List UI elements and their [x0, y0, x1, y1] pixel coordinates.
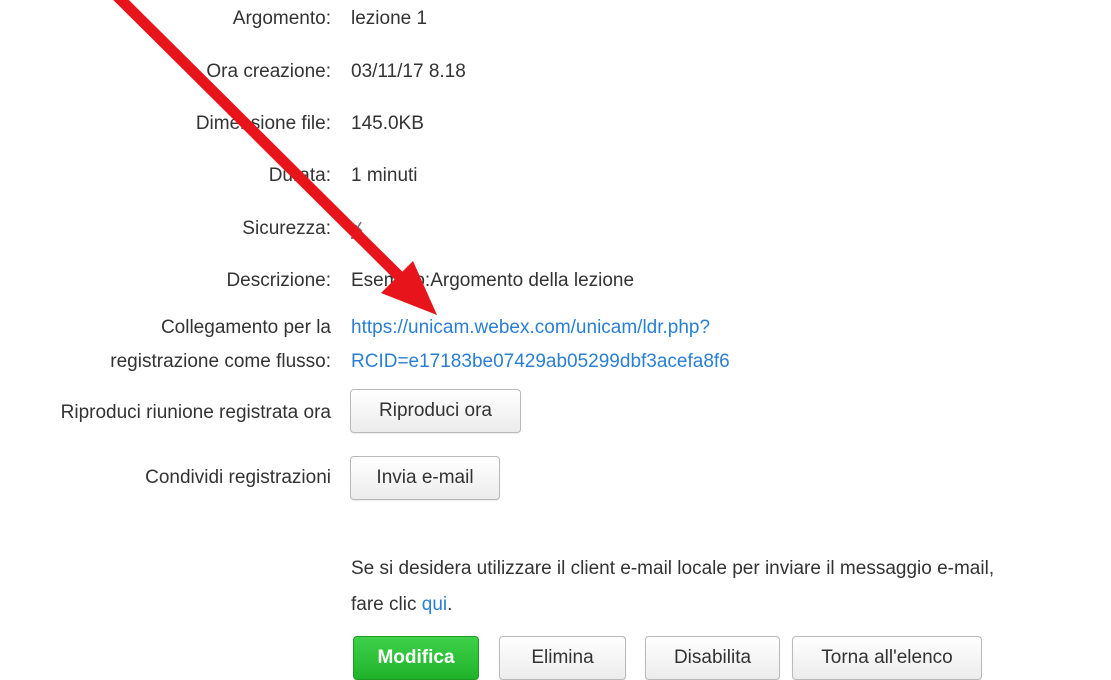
back-to-list-button[interactable]: Torna all'elenco	[792, 636, 982, 680]
here-link[interactable]: qui	[422, 594, 447, 615]
filesize-label: Dimensione file:	[195, 113, 331, 134]
disable-button[interactable]: Disabilita	[645, 636, 780, 680]
edit-button[interactable]: Modifica	[353, 636, 479, 680]
email-note-period: .	[447, 594, 453, 615]
duration-value: 1 minuti	[351, 165, 418, 186]
description-value: Esempio:Argomento della lezione	[351, 270, 635, 291]
stream-label-line2: registrazione come flusso:	[110, 351, 331, 372]
duration-label: Durata:	[268, 165, 331, 186]
stream-link: https://unicam.webex.com/unicam/ldr.php?…	[351, 311, 730, 379]
play-label: Riproduci riunione registrata ora	[60, 402, 331, 423]
share-label: Condividi registrazioni	[145, 467, 331, 488]
delete-button[interactable]: Elimina	[499, 636, 626, 680]
created-value: 03/11/17 8.18	[351, 61, 466, 82]
stream-link-line1[interactable]: https://unicam.webex.com/unicam/ldr.php?	[351, 317, 710, 338]
send-email-button[interactable]: Invia e-mail	[350, 456, 500, 500]
email-note-line2: fare clic	[351, 594, 422, 615]
stream-label-line1: Collegamento per la	[160, 317, 331, 338]
lock-icon	[351, 219, 365, 239]
stream-link-line2[interactable]: RCID=e17183be07429ab05299dbf3acefa8f6	[351, 351, 730, 372]
play-now-button[interactable]: Riproduci ora	[350, 389, 521, 433]
stream-label: Collegamento per la registrazione come f…	[110, 311, 331, 379]
description-label: Descrizione:	[226, 270, 331, 291]
topic-label: Argomento:	[232, 8, 331, 29]
email-note-line1: Se si desidera utilizzare il client e-ma…	[351, 558, 995, 579]
security-value	[351, 212, 365, 246]
security-label: Sicurezza:	[242, 218, 331, 239]
filesize-value: 145.0KB	[351, 113, 424, 134]
topic-value: lezione 1	[351, 8, 428, 29]
created-label: Ora creazione:	[206, 61, 331, 82]
